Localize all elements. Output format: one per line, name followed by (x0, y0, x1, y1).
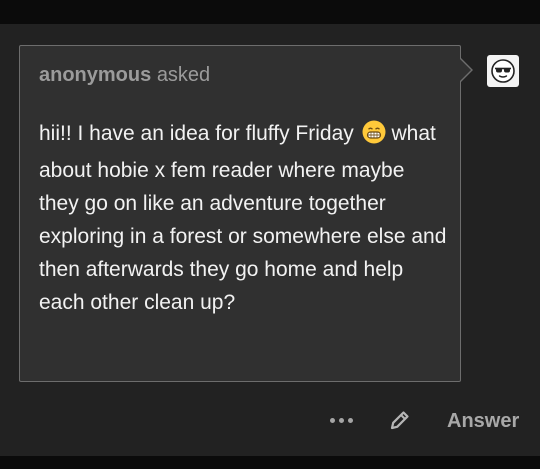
answer-button[interactable]: Answer (447, 410, 519, 433)
anonymous-avatar[interactable] (487, 55, 519, 87)
asked-label: asked (156, 64, 211, 86)
question-text: hii!! I have an idea for fluffy Friday w… (39, 117, 449, 319)
ellipsis-icon[interactable] (330, 418, 353, 423)
asker-name: anonymous (39, 64, 152, 86)
bottom-bar (0, 456, 540, 469)
question-text-start: hii!! I have an idea for fluffy Friday (39, 122, 354, 145)
post-actions: Answer (0, 404, 540, 438)
pencil-icon[interactable] (387, 407, 413, 433)
grinning-face-icon (362, 120, 386, 154)
asker-line: anonymous asked (39, 63, 210, 87)
ask-bubble-pointer-fill (460, 59, 471, 81)
top-bar (0, 0, 540, 24)
sunglasses-face-icon (491, 59, 515, 83)
